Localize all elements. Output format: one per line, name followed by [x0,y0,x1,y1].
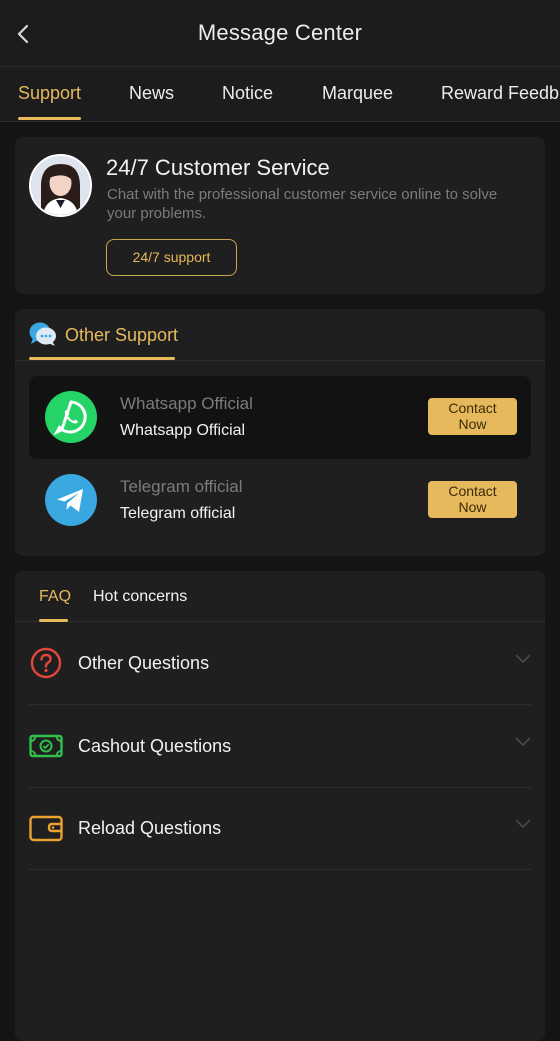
faq-item-label: Other Questions [78,653,210,673]
wallet-icon [29,815,63,842]
question-circle-icon [30,647,62,679]
chevron-down-icon [515,654,531,664]
active-tab-indicator [18,117,81,120]
telegram-name: Telegram official [120,505,236,522]
faq-item-label: Cashout Questions [78,736,232,756]
faq-item-label: Reload Questions [78,818,222,838]
chat-bubble-icon [29,322,56,346]
faq-item-reload-questions[interactable]: Reload Questions [29,787,531,870]
telegram-icon [45,474,97,526]
cash-icon [29,734,63,758]
whatsapp-name-secondary: Whatsapp Official [120,394,253,413]
telegram-name-secondary: Telegram official [120,477,243,496]
whatsapp-name: Whatsapp Official [120,422,246,439]
other-support-card: Other Support Whatsapp Official Whatsapp… [15,309,545,556]
contact-button-line2: Now [458,499,487,515]
chevron-down-icon [515,819,531,829]
contact-button-line1: Contact [448,400,497,416]
telegram-contact-now-button[interactable]: Contact Now [428,481,517,518]
chevron-down-icon [515,737,531,747]
tab-support[interactable]: Support [18,83,81,104]
agent-avatar [29,154,92,217]
tab-marquee[interactable]: Marquee [322,83,393,104]
tab-faq[interactable]: FAQ [39,588,71,606]
tab-hot-concerns[interactable]: Hot concerns [93,588,187,606]
faq-item-cashout-questions[interactable]: Cashout Questions [29,705,531,788]
agent-avatar-icon [31,156,90,215]
customer-service-card: 24/7 Customer Service Chat with the prof… [15,137,545,294]
faq-card: FAQ Hot concerns Other Questions Cashout… [15,571,545,1041]
whatsapp-icon [45,391,97,443]
contact-button-line1: Contact [448,483,497,499]
other-support-header: Other Support [15,309,545,361]
contact-row-whatsapp[interactable]: Whatsapp Official Whatsapp Official Cont… [29,376,531,459]
page-title: Message Center [197,20,363,45]
customer-service-title: 24/7 Customer Service [106,155,330,180]
faq-item-other-questions[interactable]: Other Questions [29,622,531,705]
customer-service-description: Chat with the professional customer serv… [107,186,498,222]
contact-row-telegram[interactable]: Telegram official Telegram official Cont… [29,459,531,542]
tab-notice[interactable]: Notice [222,83,273,104]
support-24-7-button[interactable]: 24/7 support [106,239,237,276]
message-tabs: Support News Notice Marquee Reward Feedb [0,67,560,122]
tab-news[interactable]: News [129,83,174,104]
contact-button-line2: Now [458,416,487,432]
whatsapp-contact-now-button[interactable]: Contact Now [428,398,517,435]
tab-reward-feedback[interactable]: Reward Feedb [441,83,559,104]
faq-tabs: FAQ Hot concerns [15,571,545,622]
other-support-indicator [29,357,175,360]
other-support-title: Other Support [65,325,179,345]
app-header: Message Center [0,0,560,67]
